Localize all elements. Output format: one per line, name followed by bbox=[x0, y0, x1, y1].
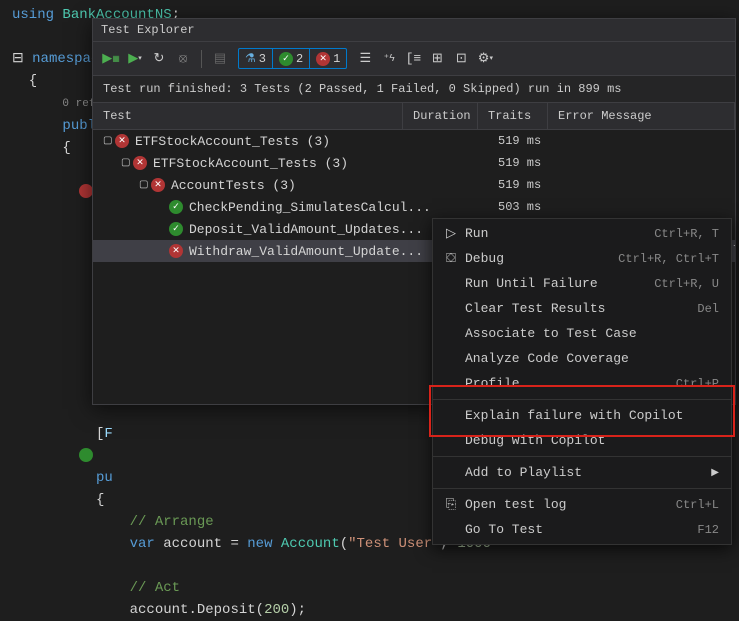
menu-item-go-to-test[interactable]: Go To TestF12 bbox=[433, 517, 731, 542]
passed-counter[interactable]: ✓2 bbox=[273, 49, 310, 68]
test-name: CheckPending_SimulatesCalcul... bbox=[189, 200, 431, 215]
filter-button[interactable]: ☰ bbox=[355, 49, 375, 69]
menu-item-debug[interactable]: ⛋DebugCtrl+R, Ctrl+T bbox=[433, 246, 731, 271]
pass-icon: ✓ bbox=[279, 52, 293, 66]
pass-icon: ✓ bbox=[169, 222, 183, 236]
log-icon: ⎘ bbox=[441, 497, 461, 512]
test-counters: ⚗3 ✓2 ✕1 bbox=[238, 48, 347, 69]
options-button[interactable]: ⁺ϟ bbox=[379, 49, 399, 69]
test-tree-row[interactable]: ▢✕ AccountTests (3) 519 ms bbox=[93, 174, 735, 196]
panel-title: Test Explorer bbox=[93, 19, 735, 42]
failed-counter[interactable]: ✕1 bbox=[310, 49, 346, 68]
act-comment: // Act bbox=[130, 580, 180, 596]
chevron-icon[interactable]: ▢ bbox=[139, 179, 151, 191]
col-duration[interactable]: Duration bbox=[403, 103, 478, 129]
run-all-button[interactable]: ▶▦ bbox=[101, 49, 121, 69]
menu-label: Associate to Test Case bbox=[461, 326, 719, 341]
test-name: Withdraw_ValidAmount_Update... bbox=[189, 244, 423, 259]
menu-shortcut: Ctrl+P bbox=[676, 377, 719, 391]
fail-icon: ✕ bbox=[316, 52, 330, 66]
menu-shortcut: Del bbox=[697, 302, 719, 316]
test-tree-row[interactable]: ▢✕ ETFStockAccount_Tests (3) 519 ms bbox=[93, 130, 735, 152]
menu-shortcut: Ctrl+R, Ctrl+T bbox=[618, 252, 719, 266]
menu-shortcut: F12 bbox=[697, 523, 719, 537]
test-duration: 519 ms bbox=[498, 134, 541, 148]
fail-icon: ✕ bbox=[169, 244, 183, 258]
play-icon: ▷ bbox=[441, 226, 461, 241]
menu-item-run[interactable]: ▷RunCtrl+R, T bbox=[433, 221, 731, 246]
column-headers: Test Duration Traits Error Message bbox=[93, 102, 735, 130]
pass-icon: ✓ bbox=[169, 200, 183, 214]
test-name: ETFStockAccount_Tests (3) bbox=[153, 156, 348, 171]
menu-item-clear-test-results[interactable]: Clear Test ResultsDel bbox=[433, 296, 731, 321]
menu-shortcut: Ctrl+R, T bbox=[654, 227, 719, 241]
menu-item-open-test-log[interactable]: ⎘Open test logCtrl+L bbox=[433, 492, 731, 517]
run-button[interactable]: ▶▾ bbox=[125, 49, 145, 69]
playlist-button[interactable]: ▤ bbox=[210, 49, 230, 69]
stop-button[interactable]: ⦻ bbox=[173, 49, 193, 69]
test-name: AccountTests (3) bbox=[171, 178, 296, 193]
menu-label: Explain failure with Copilot bbox=[461, 408, 719, 423]
menu-label: Open test log bbox=[461, 497, 676, 512]
fail-icon: ✕ bbox=[151, 178, 165, 192]
menu-shortcut: Ctrl+L bbox=[676, 498, 719, 512]
menu-label: Debug with Copilot bbox=[461, 433, 719, 448]
menu-item-run-until-failure[interactable]: Run Until FailureCtrl+R, U bbox=[433, 271, 731, 296]
flask-icon: ⚗ bbox=[245, 51, 256, 66]
menu-item-debug-with-copilot[interactable]: Debug with Copilot bbox=[433, 428, 731, 453]
menu-label: Analyze Code Coverage bbox=[461, 351, 719, 366]
test-name: ETFStockAccount_Tests (3) bbox=[135, 134, 330, 149]
settings-button[interactable]: ⚙▾ bbox=[475, 49, 495, 69]
status-bar: Test run finished: 3 Tests (2 Passed, 1 … bbox=[93, 76, 735, 102]
chevron-icon[interactable]: ▢ bbox=[103, 135, 115, 147]
total-counter[interactable]: ⚗3 bbox=[239, 49, 273, 68]
toolbar-separator bbox=[201, 50, 202, 68]
menu-item-analyze-code-coverage[interactable]: Analyze Code Coverage bbox=[433, 346, 731, 371]
menu-shortcut: Ctrl+R, U bbox=[654, 277, 719, 291]
menu-separator bbox=[433, 456, 731, 457]
test-tree-row[interactable]: ✓ CheckPending_SimulatesCalcul... 503 ms bbox=[93, 196, 735, 218]
menu-label: Debug bbox=[461, 251, 618, 266]
repeat-button[interactable]: ↻ bbox=[149, 49, 169, 69]
fail-icon: ✕ bbox=[133, 156, 147, 170]
menu-separator bbox=[433, 488, 731, 489]
test-tree-row[interactable]: ▢✕ ETFStockAccount_Tests (3) 519 ms bbox=[93, 152, 735, 174]
menu-item-explain-failure-with-copilot[interactable]: Explain failure with Copilot bbox=[433, 403, 731, 428]
chevron-icon[interactable]: ▢ bbox=[121, 157, 133, 169]
menu-label: Run Until Failure bbox=[461, 276, 654, 291]
group-button[interactable]: [≡ bbox=[403, 49, 423, 69]
col-error[interactable]: Error Message bbox=[548, 103, 735, 129]
columns-button[interactable]: ⊞ bbox=[427, 49, 447, 69]
context-menu: ▷RunCtrl+R, T⛋DebugCtrl+R, Ctrl+TRun Unt… bbox=[432, 218, 732, 545]
menu-separator bbox=[433, 399, 731, 400]
explorer-button[interactable]: ⊡ bbox=[451, 49, 471, 69]
test-duration: 519 ms bbox=[498, 156, 541, 170]
menu-label: Add to Playlist bbox=[461, 465, 711, 480]
col-traits[interactable]: Traits bbox=[478, 103, 548, 129]
menu-item-profile[interactable]: ProfileCtrl+P bbox=[433, 371, 731, 396]
menu-label: Run bbox=[461, 226, 654, 241]
menu-item-associate-to-test-case[interactable]: Associate to Test Case bbox=[433, 321, 731, 346]
fail-icon: ✕ bbox=[115, 134, 129, 148]
menu-label: Profile bbox=[461, 376, 676, 391]
bug-icon: ⛋ bbox=[441, 251, 461, 266]
arrange-comment: // Arrange bbox=[130, 514, 214, 530]
test-duration: 519 ms bbox=[498, 178, 541, 192]
using-keyword: using bbox=[12, 7, 54, 23]
test-name: Deposit_ValidAmount_Updates... bbox=[189, 222, 423, 237]
toolbar: ▶▦ ▶▾ ↻ ⦻ ▤ ⚗3 ✓2 ✕1 ☰ ⁺ϟ [≡ ⊞ ⊡ ⚙▾ bbox=[93, 42, 735, 76]
menu-label: Clear Test Results bbox=[461, 301, 697, 316]
chevron-right-icon: ▶ bbox=[711, 467, 719, 479]
col-test[interactable]: Test bbox=[93, 103, 403, 129]
test-duration: 503 ms bbox=[498, 200, 541, 214]
menu-label: Go To Test bbox=[461, 522, 697, 537]
pass-gutter-icon[interactable] bbox=[79, 448, 93, 462]
menu-item-add-to-playlist[interactable]: Add to Playlist▶ bbox=[433, 460, 731, 485]
